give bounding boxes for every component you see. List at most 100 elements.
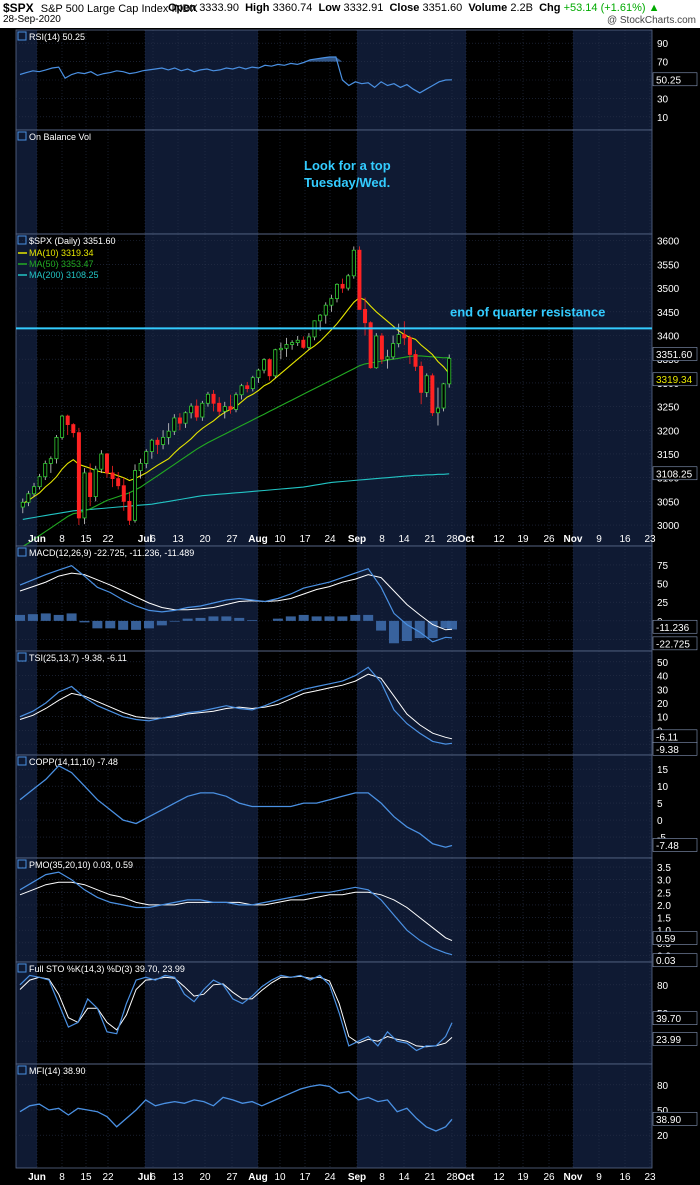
y-tick-label: 3000: [657, 521, 680, 532]
macd-histogram-bar: [221, 616, 232, 621]
x-tick-label: 28: [446, 534, 458, 545]
candle-body: [183, 412, 188, 424]
shade-band: [145, 858, 258, 962]
chart-stage: $SPX S&P 500 Large Cap Index INDX 28-Sep…: [0, 0, 700, 1185]
candle-body: [306, 336, 311, 348]
x-tick-label: 17: [299, 534, 311, 545]
y-tick-label: 3.0: [657, 876, 671, 887]
candle-body: [329, 298, 334, 306]
macd-histogram-bar: [40, 613, 51, 621]
candle-body: [161, 436, 166, 445]
macd-histogram-bar: [182, 618, 193, 621]
panel-border: [15, 1063, 653, 1169]
x-tick-label: 8: [379, 534, 385, 545]
y-tick-label: 10: [657, 713, 669, 724]
open-label: Open: [168, 2, 197, 14]
panel-border: [15, 857, 653, 963]
macd-histogram-bar: [195, 617, 206, 621]
x-tick-label: 9: [596, 1172, 602, 1183]
x-tick-label: 17: [299, 1172, 311, 1183]
macd-histogram-bar: [27, 614, 38, 621]
candle-body: [60, 415, 65, 438]
candle-body: [104, 453, 109, 474]
candle-body: [177, 417, 182, 424]
candle-body: [138, 463, 143, 471]
chg-label: Chg: [539, 2, 561, 14]
x-tick-label: Oct: [458, 1172, 475, 1183]
y-tick-label: 3450: [657, 308, 680, 319]
candle-body: [54, 436, 59, 460]
candle-body: [407, 337, 412, 355]
candle-body: [189, 405, 194, 414]
shade-band: [16, 755, 37, 858]
value-tag-label: 3351.60: [656, 350, 693, 361]
candle-body: [447, 358, 452, 385]
x-tick-label: Nov: [564, 534, 583, 545]
x-tick-label: 12: [493, 534, 505, 545]
obv-panel: On Balance Vol Look for a top Tuesday/Wed.: [15, 129, 653, 235]
sto-panel: 805020Full STO %K(14,3) %D(3) 39.70, 23.…: [15, 961, 698, 1065]
y-tick-label: 15: [657, 765, 669, 776]
copp-panel: 151050-5COPP(14,11,10) -7.48-7.48: [15, 754, 698, 859]
x-tick-label: 16: [619, 1172, 631, 1183]
x-tick-label: 14: [398, 534, 410, 545]
macd-histogram-bar: [324, 616, 335, 621]
shade-band: [16, 1064, 37, 1168]
ticker-symbol: $SPX: [3, 1, 34, 15]
shade-band: [145, 755, 258, 858]
macd-histogram-bar: [92, 620, 103, 629]
chart-canvas: 9070503010RSI(14) 50.2550.25On Balance V…: [15, 29, 698, 1183]
macd-histogram-bar: [105, 620, 116, 629]
shade-band: [145, 130, 258, 234]
y-tick-label: 30: [657, 94, 669, 105]
x-tick-label: 12: [493, 1172, 505, 1183]
candle-body: [222, 406, 227, 412]
low-value: 3332.91: [343, 2, 384, 14]
panel-label: Full STO %K(14,3) %D(3) 39.70, 23.99: [29, 964, 185, 974]
macd-histogram-bar: [15, 614, 25, 621]
panel-border: [15, 545, 653, 652]
candle-body: [26, 493, 31, 503]
y-tick-label: 30: [657, 685, 669, 696]
y-tick-label: 1.5: [657, 914, 671, 925]
y-tick-label: 50: [657, 658, 669, 669]
rsi-panel: 9070503010RSI(14) 50.2550.25: [15, 29, 698, 131]
candle-body: [278, 347, 283, 351]
candle-body: [396, 334, 401, 344]
candle-body: [374, 335, 379, 369]
y-tick-label: 75: [657, 561, 669, 572]
x-tick-label: 22: [102, 534, 114, 545]
candle-body: [402, 334, 407, 339]
chart-header: $SPX S&P 500 Large Cap Index INDX 28-Sep…: [0, 0, 700, 28]
x-tick-label: Nov: [564, 1172, 583, 1183]
x-tick-label: 15: [80, 1172, 92, 1183]
panel-border: [15, 754, 653, 859]
candle-body: [363, 309, 368, 324]
x-tick-label: 23: [644, 1172, 656, 1183]
shade-band: [16, 858, 37, 962]
panel-label: MACD(12,26,9) -22.725, -11.236, -11.489: [29, 548, 194, 558]
volume-value: 2.2B: [510, 2, 533, 14]
candle-body: [88, 472, 93, 498]
candle-body: [419, 365, 424, 393]
candle-body: [116, 478, 121, 487]
y-tick-label: 3600: [657, 237, 680, 248]
legend-entry: MA(200) 3108.25: [29, 270, 99, 280]
y-tick-label: 3550: [657, 260, 680, 271]
candle-body: [368, 322, 373, 369]
candle-body: [250, 377, 255, 389]
mfi-panel: 805020MFI(14) 38.9038.90Jun 8 15 22 Jul6 13 20…: [15, 1063, 698, 1183]
x-tick-label: 21: [424, 1172, 436, 1183]
panel-label: RSI(14) 50.25: [29, 32, 85, 42]
x-tick-label: 8: [379, 1172, 385, 1183]
annotation-top-line1: Look for a top: [304, 158, 391, 173]
candle-body: [413, 354, 418, 367]
macd-histogram-bar: [350, 614, 361, 621]
y-tick-label: 10: [657, 782, 669, 793]
candle-body: [284, 344, 289, 349]
candle-body: [441, 383, 446, 409]
macd-histogram-bar: [208, 616, 219, 621]
y-tick-label: 3150: [657, 450, 680, 461]
candle-body: [233, 394, 238, 410]
candle-body: [149, 439, 154, 452]
